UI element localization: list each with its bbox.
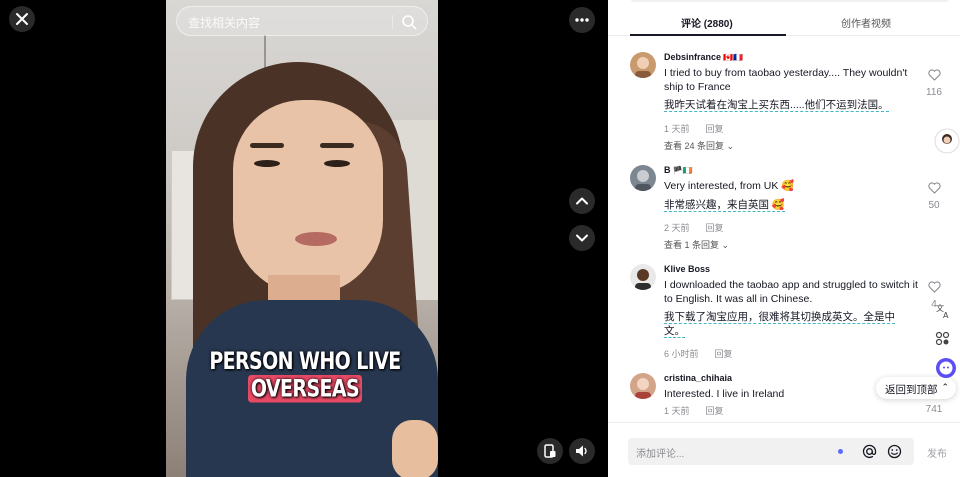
at-icon[interactable] <box>862 444 877 459</box>
tab-creator-videos[interactable]: 创作者视频 <box>841 15 891 30</box>
volume-icon <box>576 445 587 457</box>
close-icon <box>16 13 28 25</box>
like-button[interactable]: 116 <box>925 68 943 98</box>
assistant-button[interactable] <box>934 356 960 385</box>
comment-translation: 我下载了淘宝应用，很难将其切换成英文。全是中文。 <box>664 311 895 338</box>
post-button[interactable]: 发布 <box>927 445 947 460</box>
like-button[interactable]: 50 <box>925 181 943 211</box>
translate-button[interactable]: 文A <box>934 302 960 325</box>
comment-meta: 6 小时前 回复 <box>664 347 733 360</box>
chevron-down-icon: ⌄ <box>726 141 735 151</box>
avatar[interactable] <box>630 264 656 290</box>
video-person-face <box>233 100 383 295</box>
reply-button[interactable]: 回复 <box>706 124 724 134</box>
next-video-button[interactable] <box>569 225 595 251</box>
svg-text:A: A <box>943 311 949 320</box>
comment-time: 2 天前 <box>664 223 690 233</box>
heart-icon <box>927 281 941 293</box>
video-person-hand <box>392 420 438 477</box>
picture-in-picture-button[interactable] <box>537 438 563 464</box>
comment-list[interactable]: Debsinfrance 🇨🇦🇫🇷 I tried to buy from tao… <box>608 37 960 422</box>
assistant-icon <box>936 358 956 378</box>
video-person-lips <box>295 232 337 246</box>
comment-translation: 非常感兴趣，来自英国 🥰 <box>664 199 785 212</box>
panel-tabs: 评论 (2880) 创作者视频 <box>608 0 960 36</box>
video-caption: PERSON WHO LIVE OVERSEAS <box>209 347 401 403</box>
like-count: 50 <box>928 200 940 211</box>
reply-button[interactable]: 回复 <box>706 223 724 233</box>
search-divider <box>392 15 393 29</box>
avatar[interactable] <box>630 165 656 191</box>
avatar[interactable] <box>630 373 656 399</box>
avatar[interactable] <box>630 52 656 78</box>
video-person-eye-left <box>254 160 280 167</box>
comment-translation: 我昨天试着在淘宝上买东西.....他们不运到法国。 <box>664 99 889 112</box>
comment-time: 1 天前 <box>664 124 690 134</box>
video-player: PERSON WHO LIVE OVERSEAS 查找相关内容 <box>0 0 608 477</box>
view-replies-button[interactable]: 查看 1 条回复 ⌄ <box>664 238 729 251</box>
comment-input-placeholder: 添加评论... <box>636 449 685 460</box>
like-count: 116 <box>926 87 942 98</box>
pip-icon <box>544 444 556 458</box>
video-person-brow-left <box>250 143 284 148</box>
video-person-brow-right <box>320 143 354 148</box>
emoji-icon[interactable] <box>887 444 902 459</box>
chevron-down-icon <box>576 234 588 242</box>
comment-meta: 2 天前 回复 <box>664 221 724 234</box>
more-options-button[interactable] <box>569 7 595 33</box>
apps-icon <box>935 331 950 346</box>
status-dot-icon <box>838 449 843 454</box>
flag-icons: 🏴🇮🇪 <box>672 166 693 175</box>
translate-icon: 文A <box>936 303 949 320</box>
volume-button[interactable] <box>569 438 595 464</box>
comment-text: I downloaded the taobao app and struggle… <box>664 279 918 305</box>
caption-highlight: OVERSEAS <box>247 375 363 403</box>
flag-icons: 🇨🇦🇫🇷 <box>723 53 743 62</box>
comment-meta: 1 天前 回复 <box>664 404 724 417</box>
chevron-down-icon: ⌄ <box>721 240 730 250</box>
view-replies-button[interactable]: 查看 24 条回复 ⌄ <box>664 139 734 152</box>
heart-icon <box>927 69 941 81</box>
comment-text: I tried to buy from taobao yesterday....… <box>664 67 908 93</box>
video-person-eye-right <box>324 160 350 167</box>
more-icon <box>575 18 589 22</box>
like-count: 741 <box>925 404 943 415</box>
comment-meta: 1 天前 回复 <box>664 122 724 135</box>
search-icon[interactable] <box>401 14 417 30</box>
heart-icon <box>927 182 941 194</box>
comment-text: Very interested, from UK 🥰 <box>664 180 795 192</box>
comment-username[interactable]: cristina_chihaia <box>664 373 732 383</box>
comment-time: 1 天前 <box>664 406 690 416</box>
comment-username[interactable]: Debsinfrance 🇨🇦🇫🇷 <box>664 52 743 62</box>
like-button[interactable]: 741 <box>925 403 943 415</box>
active-tab-indicator <box>630 34 786 36</box>
close-button[interactable] <box>9 6 35 32</box>
search-placeholder: 查找相关内容 <box>188 16 261 30</box>
tab-comments[interactable]: 评论 (2880) <box>681 15 733 30</box>
comment-username[interactable]: B 🏴🇮🇪 <box>664 165 692 175</box>
reply-button[interactable]: 回复 <box>706 406 724 416</box>
comment-input[interactable]: 添加评论... <box>628 438 914 465</box>
chevron-up-icon <box>576 197 588 205</box>
floating-avatar[interactable] <box>934 128 960 159</box>
comment-username[interactable]: Klive Boss <box>664 264 710 274</box>
comments-panel: 评论 (2880) 创作者视频 Debsinfrance 🇨🇦🇫🇷 I tried… <box>608 0 960 477</box>
comment-time: 6 小时前 <box>664 349 699 359</box>
comment-input-bar: 添加评论... 发布 <box>608 422 960 477</box>
share-tool-button[interactable] <box>934 330 960 353</box>
reply-button[interactable]: 回复 <box>715 349 733 359</box>
previous-video-button[interactable] <box>569 188 595 214</box>
search-input[interactable]: 查找相关内容 <box>176 6 428 36</box>
